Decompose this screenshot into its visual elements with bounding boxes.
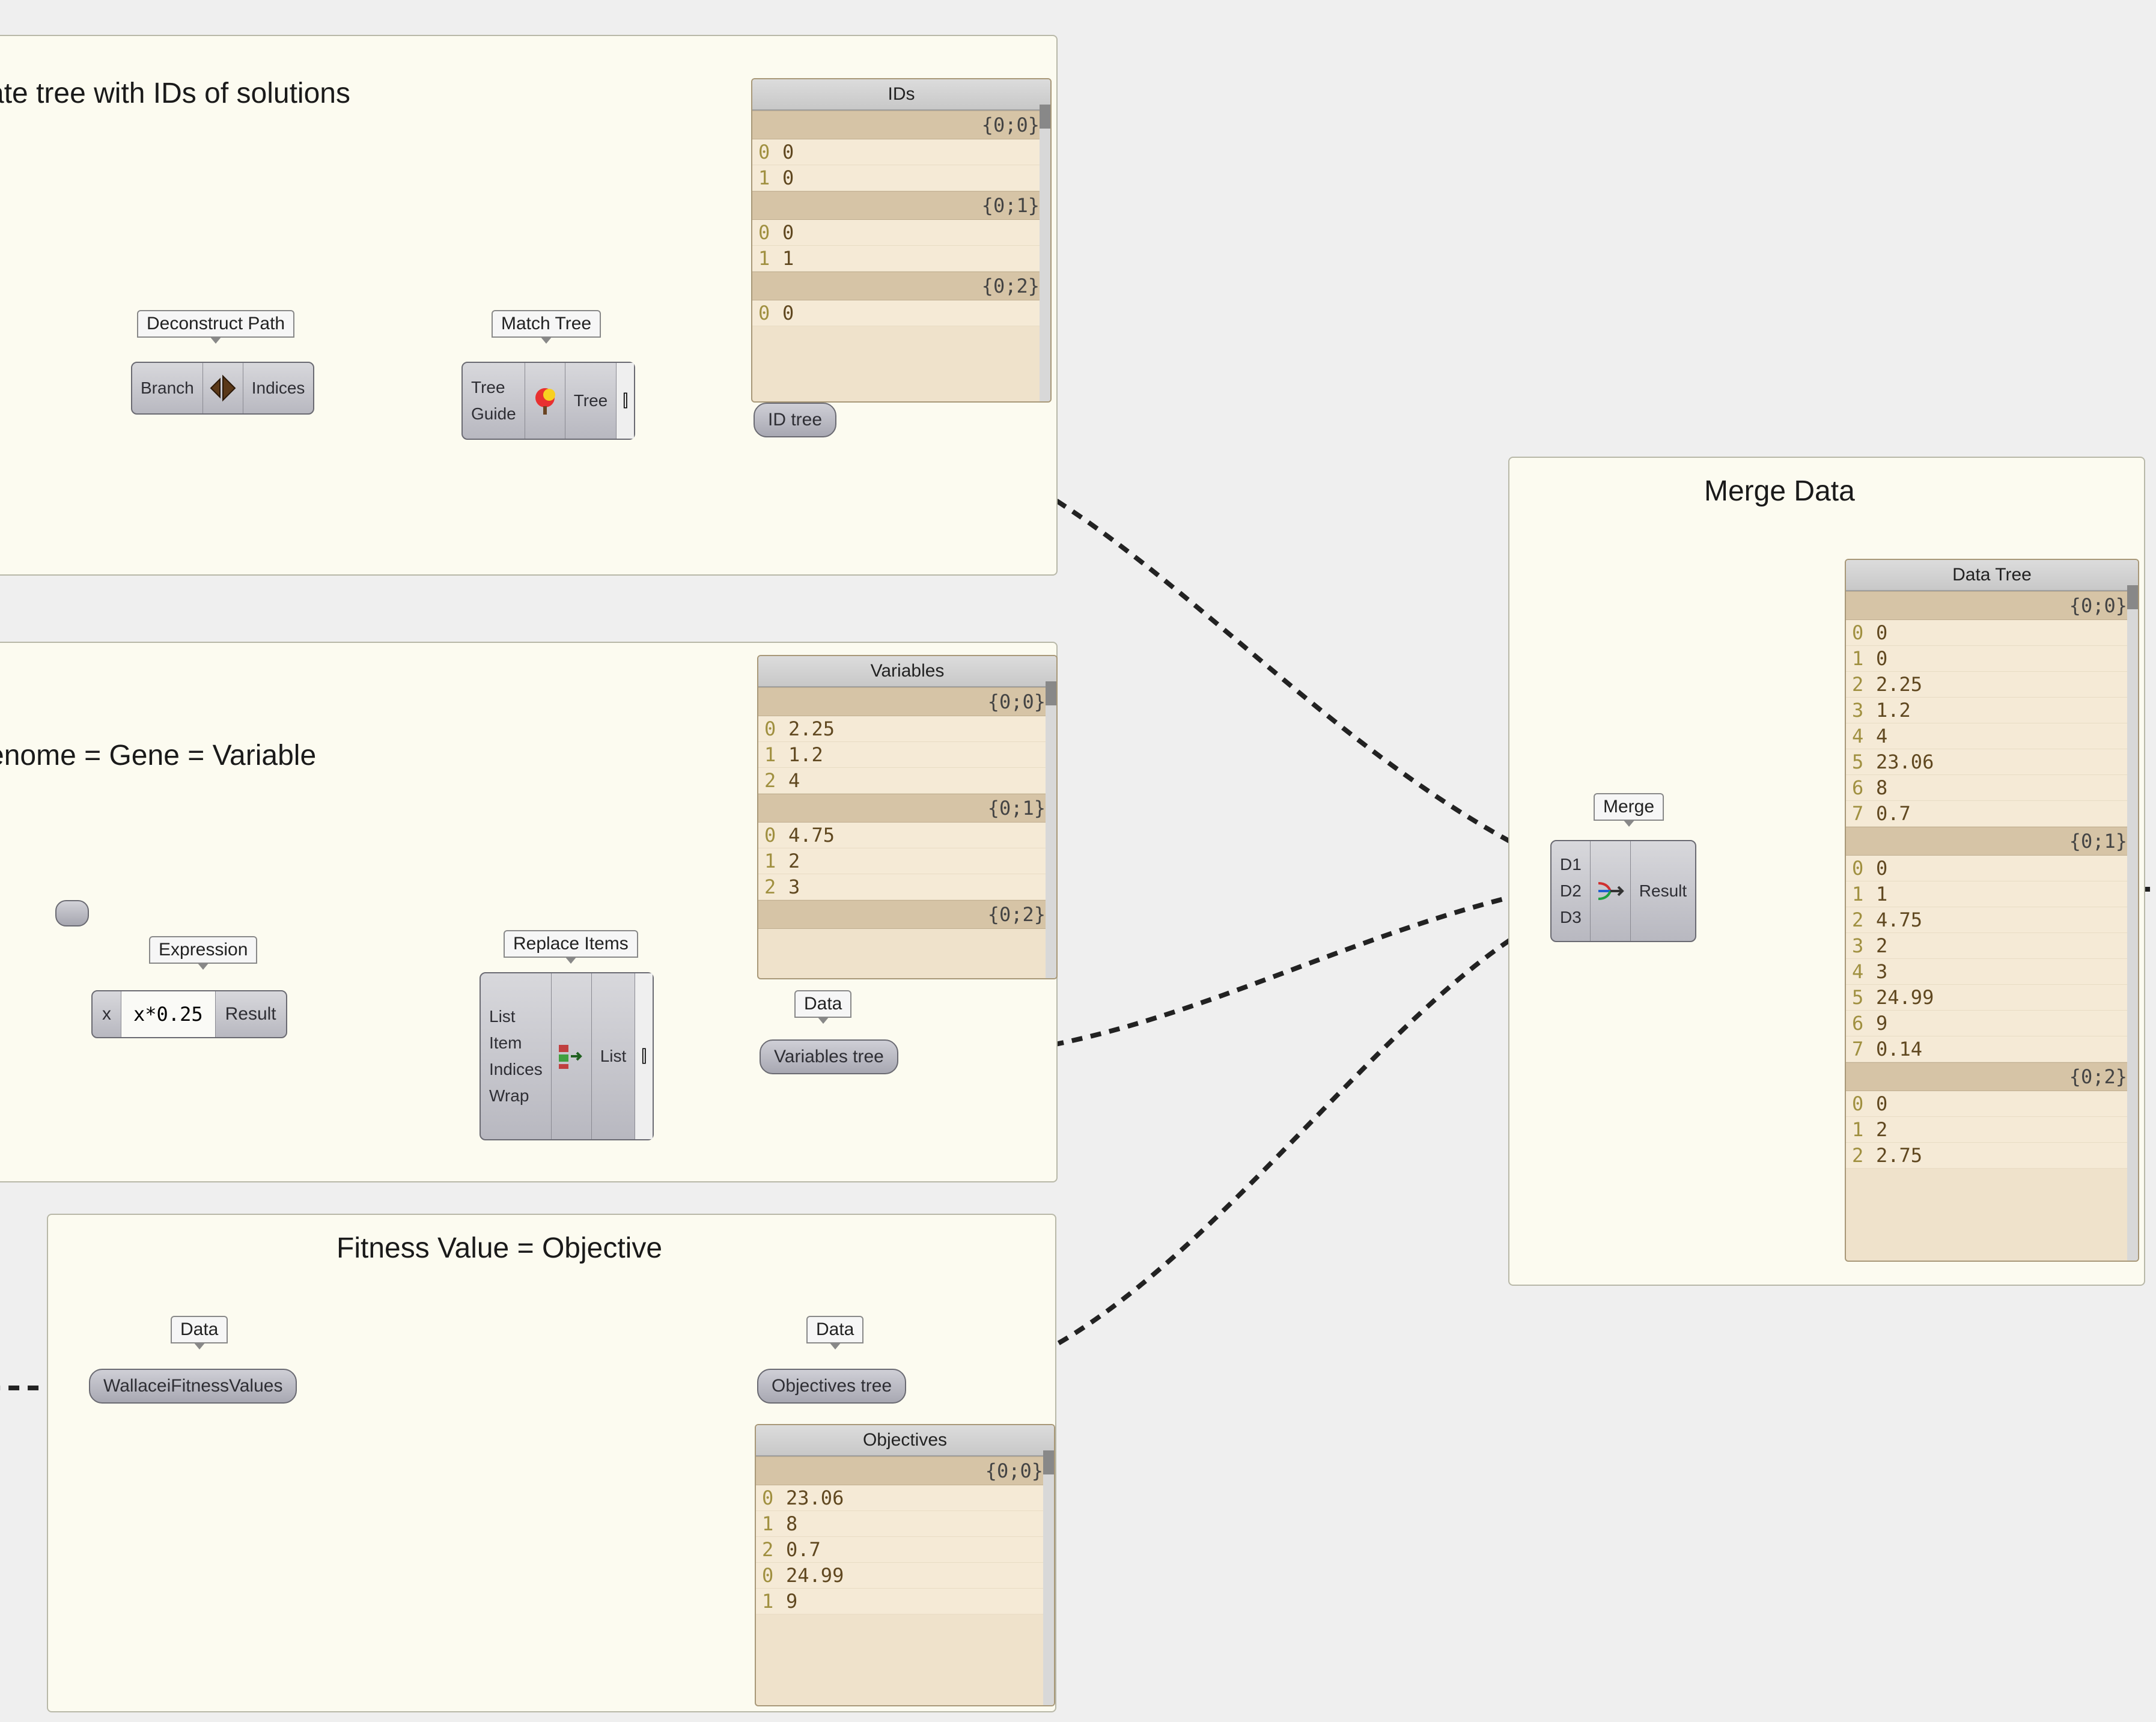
- matchtree-icon: [530, 386, 560, 416]
- pill-objectives-tree[interactable]: Objectives tree: [757, 1369, 906, 1404]
- panel-path: {0;0}: [758, 687, 1056, 716]
- panel-path: {0;2}: [752, 272, 1050, 300]
- panel-row: 69: [1846, 1011, 2138, 1036]
- panel-row: 04.75: [758, 823, 1056, 848]
- panel-row: 44: [1846, 723, 2138, 749]
- panel-path: {0;0}: [756, 1456, 1054, 1485]
- matchtree-grip[interactable]: ⫿: [616, 363, 634, 439]
- label-data-objectives: Data: [806, 1316, 863, 1343]
- panel-row: 19: [756, 1589, 1054, 1614]
- pill-wallacei[interactable]: WallaceiFitnessValues: [89, 1369, 297, 1404]
- replace-icon: [556, 1041, 586, 1071]
- group-fitness-title: Fitness Value = Objective: [336, 1232, 662, 1265]
- panel-row: 23: [758, 874, 1056, 900]
- component-replace-items[interactable]: List Item Indices Wrap List ⫿: [480, 972, 654, 1140]
- panel-row: 12: [1846, 1117, 2138, 1143]
- panel-row: 11: [752, 246, 1050, 272]
- label-replace-items: Replace Items: [504, 930, 638, 958]
- port-guide[interactable]: Guide: [463, 401, 525, 427]
- port-d2[interactable]: D2: [1552, 878, 1590, 904]
- group-ids-title: ate tree with IDs of solutions: [0, 77, 350, 110]
- label-data-wallacei: Data: [171, 1316, 228, 1343]
- panel-row: 70.7: [1846, 801, 2138, 827]
- panel-row: 22.25: [1846, 672, 2138, 698]
- panel-row: 11.2: [758, 742, 1056, 768]
- panel-row: 024.99: [756, 1563, 1054, 1589]
- panel-objectives[interactable]: Objectives {0;0}023.061820.7024.9919: [755, 1424, 1055, 1706]
- port-indices[interactable]: Indices: [243, 375, 314, 401]
- port-wrap[interactable]: Wrap: [481, 1083, 551, 1109]
- merge-icon: [1595, 876, 1625, 906]
- port-merge-result[interactable]: Result: [1631, 878, 1695, 904]
- panel-row: 00: [1846, 620, 2138, 646]
- panel-objectives-header: Objectives: [756, 1425, 1054, 1456]
- panel-row: 24: [758, 768, 1056, 794]
- panel-path: {0;2}: [758, 900, 1056, 929]
- panel-path: {0;1}: [758, 794, 1056, 823]
- port-list-in[interactable]: List: [481, 1003, 551, 1030]
- panel-row: 00: [752, 220, 1050, 246]
- port-item[interactable]: Item: [481, 1030, 551, 1056]
- panel-row: 00: [1846, 1091, 2138, 1117]
- panel-row: 18: [756, 1511, 1054, 1537]
- panel-row: 00: [752, 300, 1050, 326]
- port-tree-in[interactable]: Tree: [463, 374, 525, 401]
- panel-variables-header: Variables: [758, 656, 1056, 687]
- port-result-expr[interactable]: Result: [216, 991, 286, 1037]
- panel-datatree-header: Data Tree: [1846, 560, 2138, 591]
- group-merge-title: Merge Data: [1704, 475, 1855, 508]
- panel-row: 11: [1846, 881, 2138, 907]
- expression-formula[interactable]: x*0.25: [121, 991, 216, 1037]
- label-data-variables: Data: [794, 990, 851, 1018]
- port-indices2[interactable]: Indices: [481, 1056, 551, 1083]
- panel-path: {0;1}: [752, 191, 1050, 220]
- component-deconstruct-path[interactable]: Branch Indices: [131, 362, 314, 415]
- panel-row: 24.75: [1846, 907, 2138, 933]
- panel-datatree[interactable]: Data Tree {0;0}001022.2531.244523.066870…: [1845, 559, 2139, 1262]
- port-d1[interactable]: D1: [1552, 851, 1590, 878]
- panel-row: 10: [752, 165, 1050, 191]
- port-branch[interactable]: Branch: [132, 375, 203, 401]
- port-list-out[interactable]: List: [592, 1043, 635, 1069]
- panel-row: 32: [1846, 933, 2138, 959]
- panel-path: {0;2}: [1846, 1062, 2138, 1091]
- panel-row: 00: [1846, 856, 2138, 881]
- panel-row: 20.7: [756, 1537, 1054, 1563]
- panel-row: 523.06: [1846, 749, 2138, 775]
- label-expression: Expression: [149, 936, 257, 964]
- panel-row: 02.25: [758, 716, 1056, 742]
- panel-row: 43: [1846, 959, 2138, 985]
- panel-variables[interactable]: Variables {0;0}02.2511.224{0;1}04.751223…: [757, 655, 1058, 979]
- panel-path: {0;0}: [752, 111, 1050, 139]
- blob-input[interactable]: [55, 900, 89, 926]
- panel-row: 023.06: [756, 1485, 1054, 1511]
- replace-grip[interactable]: ⫿: [635, 973, 653, 1139]
- pill-id-tree[interactable]: ID tree: [754, 403, 836, 437]
- panel-row: 524.99: [1846, 985, 2138, 1011]
- label-merge: Merge: [1594, 793, 1664, 821]
- port-x[interactable]: x: [93, 991, 121, 1037]
- component-expression[interactable]: x x*0.25 Result: [91, 990, 287, 1038]
- panel-row: 10: [1846, 646, 2138, 672]
- panel-row: 70.14: [1846, 1036, 2138, 1062]
- label-match-tree: Match Tree: [492, 310, 601, 338]
- deconstruct-icon: [208, 373, 238, 403]
- panel-path: {0;1}: [1846, 827, 2138, 856]
- port-d3[interactable]: D3: [1552, 904, 1590, 931]
- port-tree-out[interactable]: Tree: [565, 388, 617, 414]
- panel-row: 31.2: [1846, 698, 2138, 723]
- panel-row: 22.75: [1846, 1143, 2138, 1169]
- group-genome-title: enome = Gene = Variable: [0, 739, 316, 772]
- label-deconstruct-path: Deconstruct Path: [137, 310, 294, 338]
- component-match-tree[interactable]: Tree Guide Tree ⫿: [461, 362, 635, 440]
- panel-row: 12: [758, 848, 1056, 874]
- pill-variables-tree[interactable]: Variables tree: [760, 1039, 898, 1074]
- panel-ids-header: IDs: [752, 79, 1050, 111]
- component-merge[interactable]: D1 D2 D3 Result: [1550, 840, 1696, 942]
- panel-ids[interactable]: IDs {0;0}0010{0;1}0011{0;2}00: [751, 78, 1052, 403]
- panel-path: {0;0}: [1846, 591, 2138, 620]
- panel-row: 00: [752, 139, 1050, 165]
- panel-row: 68: [1846, 775, 2138, 801]
